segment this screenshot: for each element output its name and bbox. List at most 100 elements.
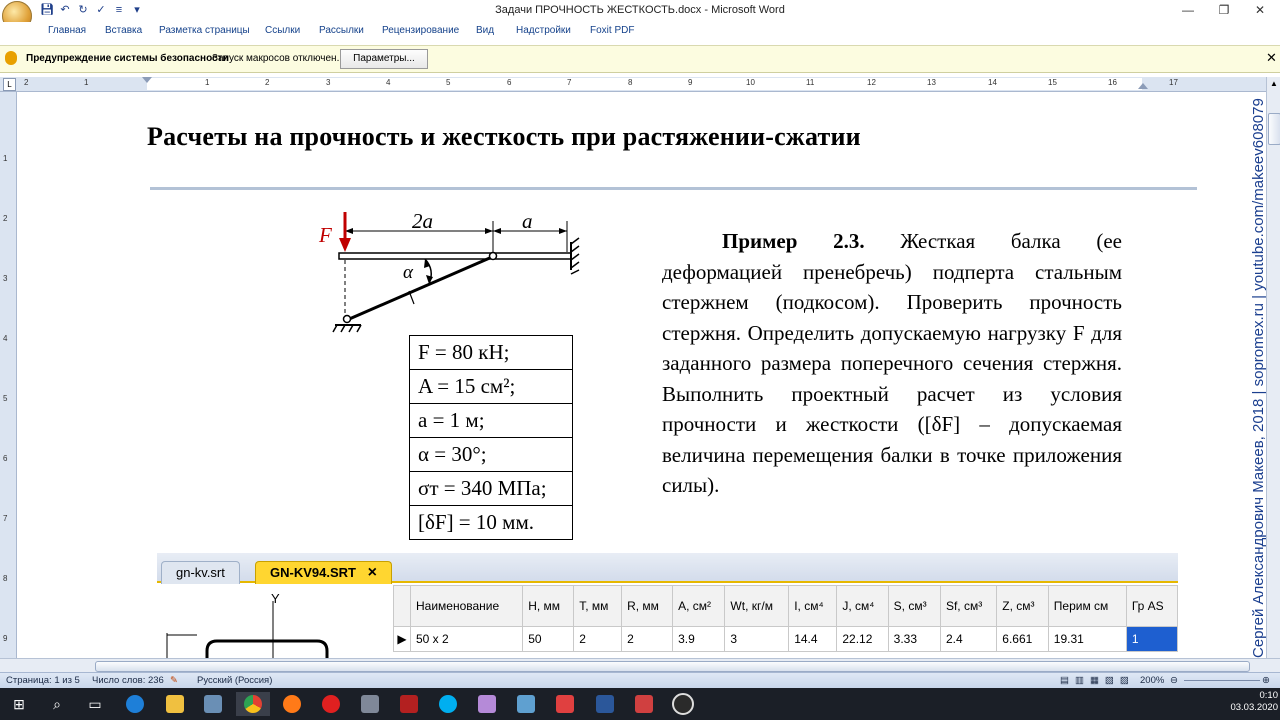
horizontal-ruler[interactable]: L 2 1 1 2 3 4 5 6 7 8 9 10 11 12 13 14 1… bbox=[0, 77, 1280, 92]
pdf-app-icon[interactable] bbox=[627, 692, 661, 716]
spelling-icon[interactable]: ✓ bbox=[94, 3, 108, 17]
table-cell[interactable]: 2 bbox=[573, 626, 623, 652]
column-header[interactable]: Перим см bbox=[1047, 585, 1127, 627]
ruler-number: 11 bbox=[806, 78, 815, 87]
search-icon[interactable]: ⌕ bbox=[40, 692, 74, 716]
word-icon[interactable] bbox=[588, 692, 622, 716]
column-header[interactable]: Z, см³ bbox=[996, 585, 1049, 627]
table-cell[interactable]: 50 bbox=[522, 626, 575, 652]
start-icon[interactable]: ⊞ bbox=[2, 692, 36, 716]
zoom-out-icon[interactable]: ⊖ bbox=[1170, 675, 1178, 686]
first-line-indent-marker[interactable] bbox=[142, 77, 152, 83]
column-header[interactable]: T, мм bbox=[573, 585, 623, 627]
app-icon[interactable] bbox=[509, 692, 543, 716]
save-icon[interactable]: 💾︎ bbox=[40, 3, 54, 17]
clock[interactable]: 0:10 03.03.2020 bbox=[1200, 690, 1278, 714]
customize-qat-icon[interactable]: ▾ bbox=[130, 3, 144, 17]
table-row[interactable]: ▶ 50 x 2 50 2 2 3.9 3 14.4 22.12 3.33 2.… bbox=[393, 626, 1178, 652]
maximize-button[interactable]: ❐ bbox=[1206, 2, 1242, 20]
scroll-thumb[interactable] bbox=[1268, 113, 1280, 145]
column-header[interactable]: H, мм bbox=[522, 585, 575, 627]
vertical-scrollbar[interactable]: ▲ bbox=[1266, 77, 1280, 658]
vertical-ruler[interactable]: 1 2 3 4 5 6 7 8 9 bbox=[0, 92, 17, 658]
column-header[interactable]: J, см⁴ bbox=[836, 585, 889, 627]
task-view-icon[interactable]: ▭ bbox=[78, 692, 112, 716]
pen-app-icon[interactable] bbox=[470, 692, 504, 716]
ribbon-tabs: Главная Вставка Разметка страницы Ссылки… bbox=[0, 22, 1280, 40]
file-explorer-icon[interactable] bbox=[158, 692, 192, 716]
tab-home[interactable]: Главная bbox=[48, 25, 86, 36]
table-cell[interactable]: 2 bbox=[621, 626, 674, 652]
tab-selector-icon[interactable]: L bbox=[3, 78, 16, 91]
column-header[interactable]: R, мм bbox=[621, 585, 674, 627]
embedded-tab-gn-kv[interactable]: gn-kv.srt bbox=[161, 561, 240, 584]
minimize-button[interactable]: — bbox=[1170, 2, 1206, 20]
column-header[interactable]: A, см² bbox=[672, 585, 726, 627]
tab-addins[interactable]: Надстройки bbox=[516, 25, 571, 36]
foxit-icon[interactable] bbox=[548, 692, 582, 716]
document-page[interactable]: Расчеты на прочность и жесткость при рас… bbox=[17, 92, 1239, 658]
scroll-up-icon[interactable]: ▲ bbox=[1268, 79, 1280, 89]
edge-icon[interactable] bbox=[118, 692, 152, 716]
close-icon[interactable]: × bbox=[368, 564, 377, 581]
column-header[interactable]: S, см³ bbox=[887, 585, 941, 627]
zoom-level[interactable]: 200% bbox=[1140, 675, 1164, 686]
firefox-icon[interactable] bbox=[275, 692, 309, 716]
ruler-number: 8 bbox=[3, 574, 8, 583]
tab-view[interactable]: Вид bbox=[476, 25, 494, 36]
close-bar-icon[interactable]: ✕ bbox=[1266, 50, 1277, 66]
tab-references[interactable]: Ссылки bbox=[265, 25, 300, 36]
column-header[interactable]: I, см⁴ bbox=[788, 585, 838, 627]
table-cell[interactable]: 19.31 bbox=[1047, 626, 1127, 652]
profile-table: Наименование H, мм T, мм R, мм A, см² Wt… bbox=[393, 585, 1178, 652]
ruler-number: 1 bbox=[3, 154, 8, 163]
obs-icon[interactable] bbox=[666, 692, 700, 716]
column-header[interactable]: Wt, кг/м bbox=[724, 585, 790, 627]
view-buttons[interactable]: ▤▥▦▧▨ bbox=[1060, 675, 1135, 686]
table-cell[interactable]: 50 x 2 bbox=[409, 626, 524, 652]
tab-review[interactable]: Рецензирование bbox=[382, 25, 459, 36]
zoom-in-icon[interactable]: ⊕ bbox=[1262, 675, 1270, 686]
table-cell[interactable]: 3.33 bbox=[887, 626, 941, 652]
page-title: Расчеты на прочность и жесткость при рас… bbox=[147, 122, 861, 151]
hscroll-thumb[interactable] bbox=[95, 661, 1250, 672]
ruler-number: 16 bbox=[1108, 78, 1117, 87]
page-count[interactable]: Страница: 1 из 5 bbox=[6, 675, 80, 686]
table-cell[interactable]: 3.9 bbox=[672, 626, 726, 652]
ruler-number: 12 bbox=[867, 78, 876, 87]
app-icon[interactable] bbox=[353, 692, 387, 716]
redo-icon[interactable]: ↻ bbox=[76, 3, 90, 17]
options-button[interactable]: Параметры... bbox=[340, 49, 428, 69]
ruler-number: 7 bbox=[3, 514, 8, 523]
tab-foxit-pdf[interactable]: Foxit PDF bbox=[590, 25, 634, 36]
zoom-slider[interactable] bbox=[1184, 680, 1260, 681]
yandex-icon[interactable] bbox=[314, 692, 348, 716]
undo-icon[interactable]: ↶ bbox=[58, 3, 72, 17]
param-cell: A = 15 см²; bbox=[409, 369, 573, 404]
tab-insert[interactable]: Вставка bbox=[105, 25, 142, 36]
table-cell[interactable]: 22.12 bbox=[836, 626, 889, 652]
right-indent-marker[interactable] bbox=[1138, 83, 1148, 89]
skype-icon[interactable] bbox=[431, 692, 465, 716]
table-cell[interactable]: 2.4 bbox=[939, 626, 998, 652]
horizontal-scrollbar[interactable] bbox=[0, 658, 1280, 673]
tab-page-layout[interactable]: Разметка страницы bbox=[159, 25, 250, 36]
format-icon[interactable]: ≡ bbox=[112, 3, 126, 17]
language[interactable]: Русский (Россия) bbox=[197, 675, 272, 686]
tab-mailings[interactable]: Рассылки bbox=[319, 25, 364, 36]
close-button[interactable]: ✕ bbox=[1242, 2, 1278, 20]
column-header[interactable]: Наименование bbox=[409, 585, 524, 627]
mathcad-icon[interactable] bbox=[392, 692, 426, 716]
word-count[interactable]: Число слов: 236 bbox=[92, 675, 164, 686]
column-header[interactable]: Гр AS bbox=[1125, 585, 1178, 627]
table-cell[interactable]: 14.4 bbox=[788, 626, 838, 652]
selected-cell[interactable]: 1 bbox=[1125, 626, 1178, 652]
table-cell[interactable]: 6.661 bbox=[996, 626, 1049, 652]
chrome-icon[interactable] bbox=[236, 692, 270, 716]
table-cell[interactable]: 3 bbox=[724, 626, 790, 652]
embedded-tab-gn-kv94[interactable]: GN-KV94.SRT × bbox=[255, 561, 392, 584]
column-header[interactable]: Sf, см³ bbox=[939, 585, 998, 627]
calculator-app-icon[interactable] bbox=[196, 692, 230, 716]
param-cell: α = 30°; bbox=[409, 437, 573, 472]
proofing-icon[interactable]: ✎ bbox=[170, 675, 178, 686]
